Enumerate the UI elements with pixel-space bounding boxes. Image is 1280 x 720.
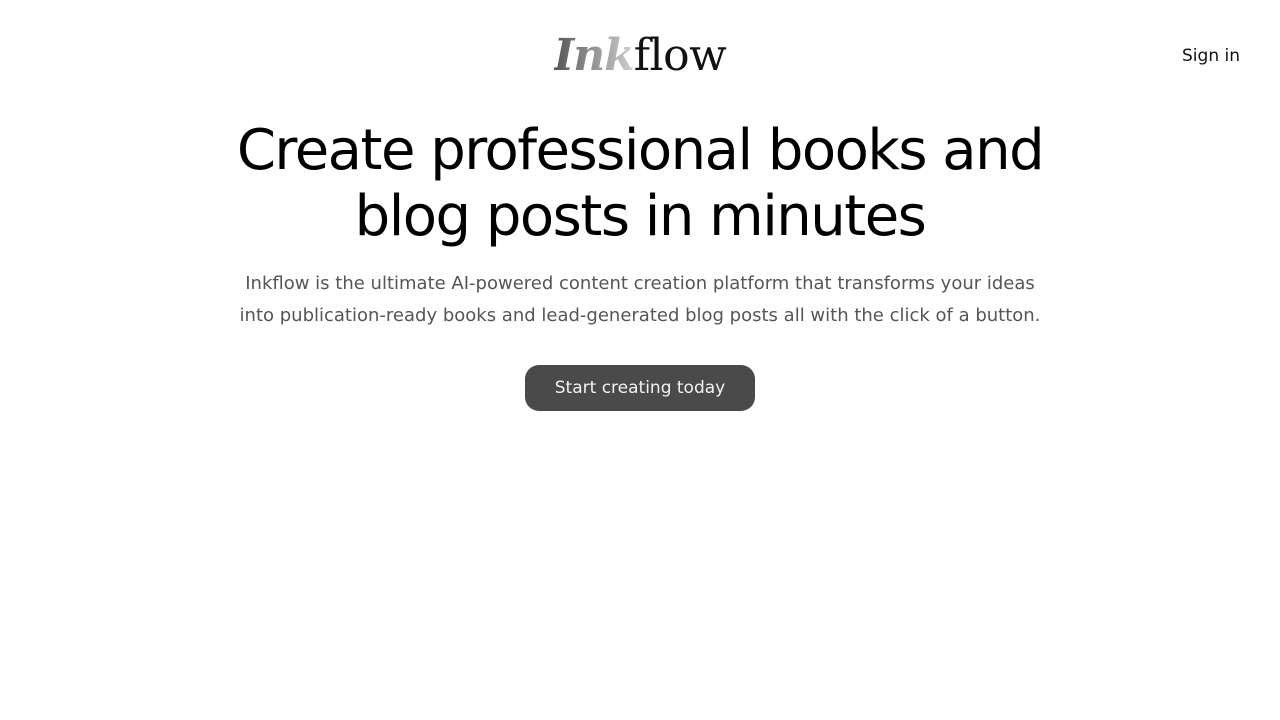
- landing-page: Inkflow Sign in Create professional book…: [0, 0, 1280, 720]
- hero-headline: Create professional books and blog posts…: [236, 118, 1045, 249]
- inkflow-logo[interactable]: Inkflow: [0, 26, 1280, 86]
- logo-flow-text: flow: [633, 30, 727, 81]
- top-header: Inkflow Sign in: [0, 0, 1280, 110]
- logo-ink-text: Ink: [553, 30, 635, 81]
- hero-section: Create professional books and blog posts…: [0, 118, 1280, 411]
- hero-subtext: Inkflow is the ultimate AI-powered conte…: [239, 273, 1041, 326]
- start-creating-button[interactable]: Start creating today: [524, 365, 756, 411]
- sign-in-link[interactable]: Sign in: [1182, 44, 1240, 68]
